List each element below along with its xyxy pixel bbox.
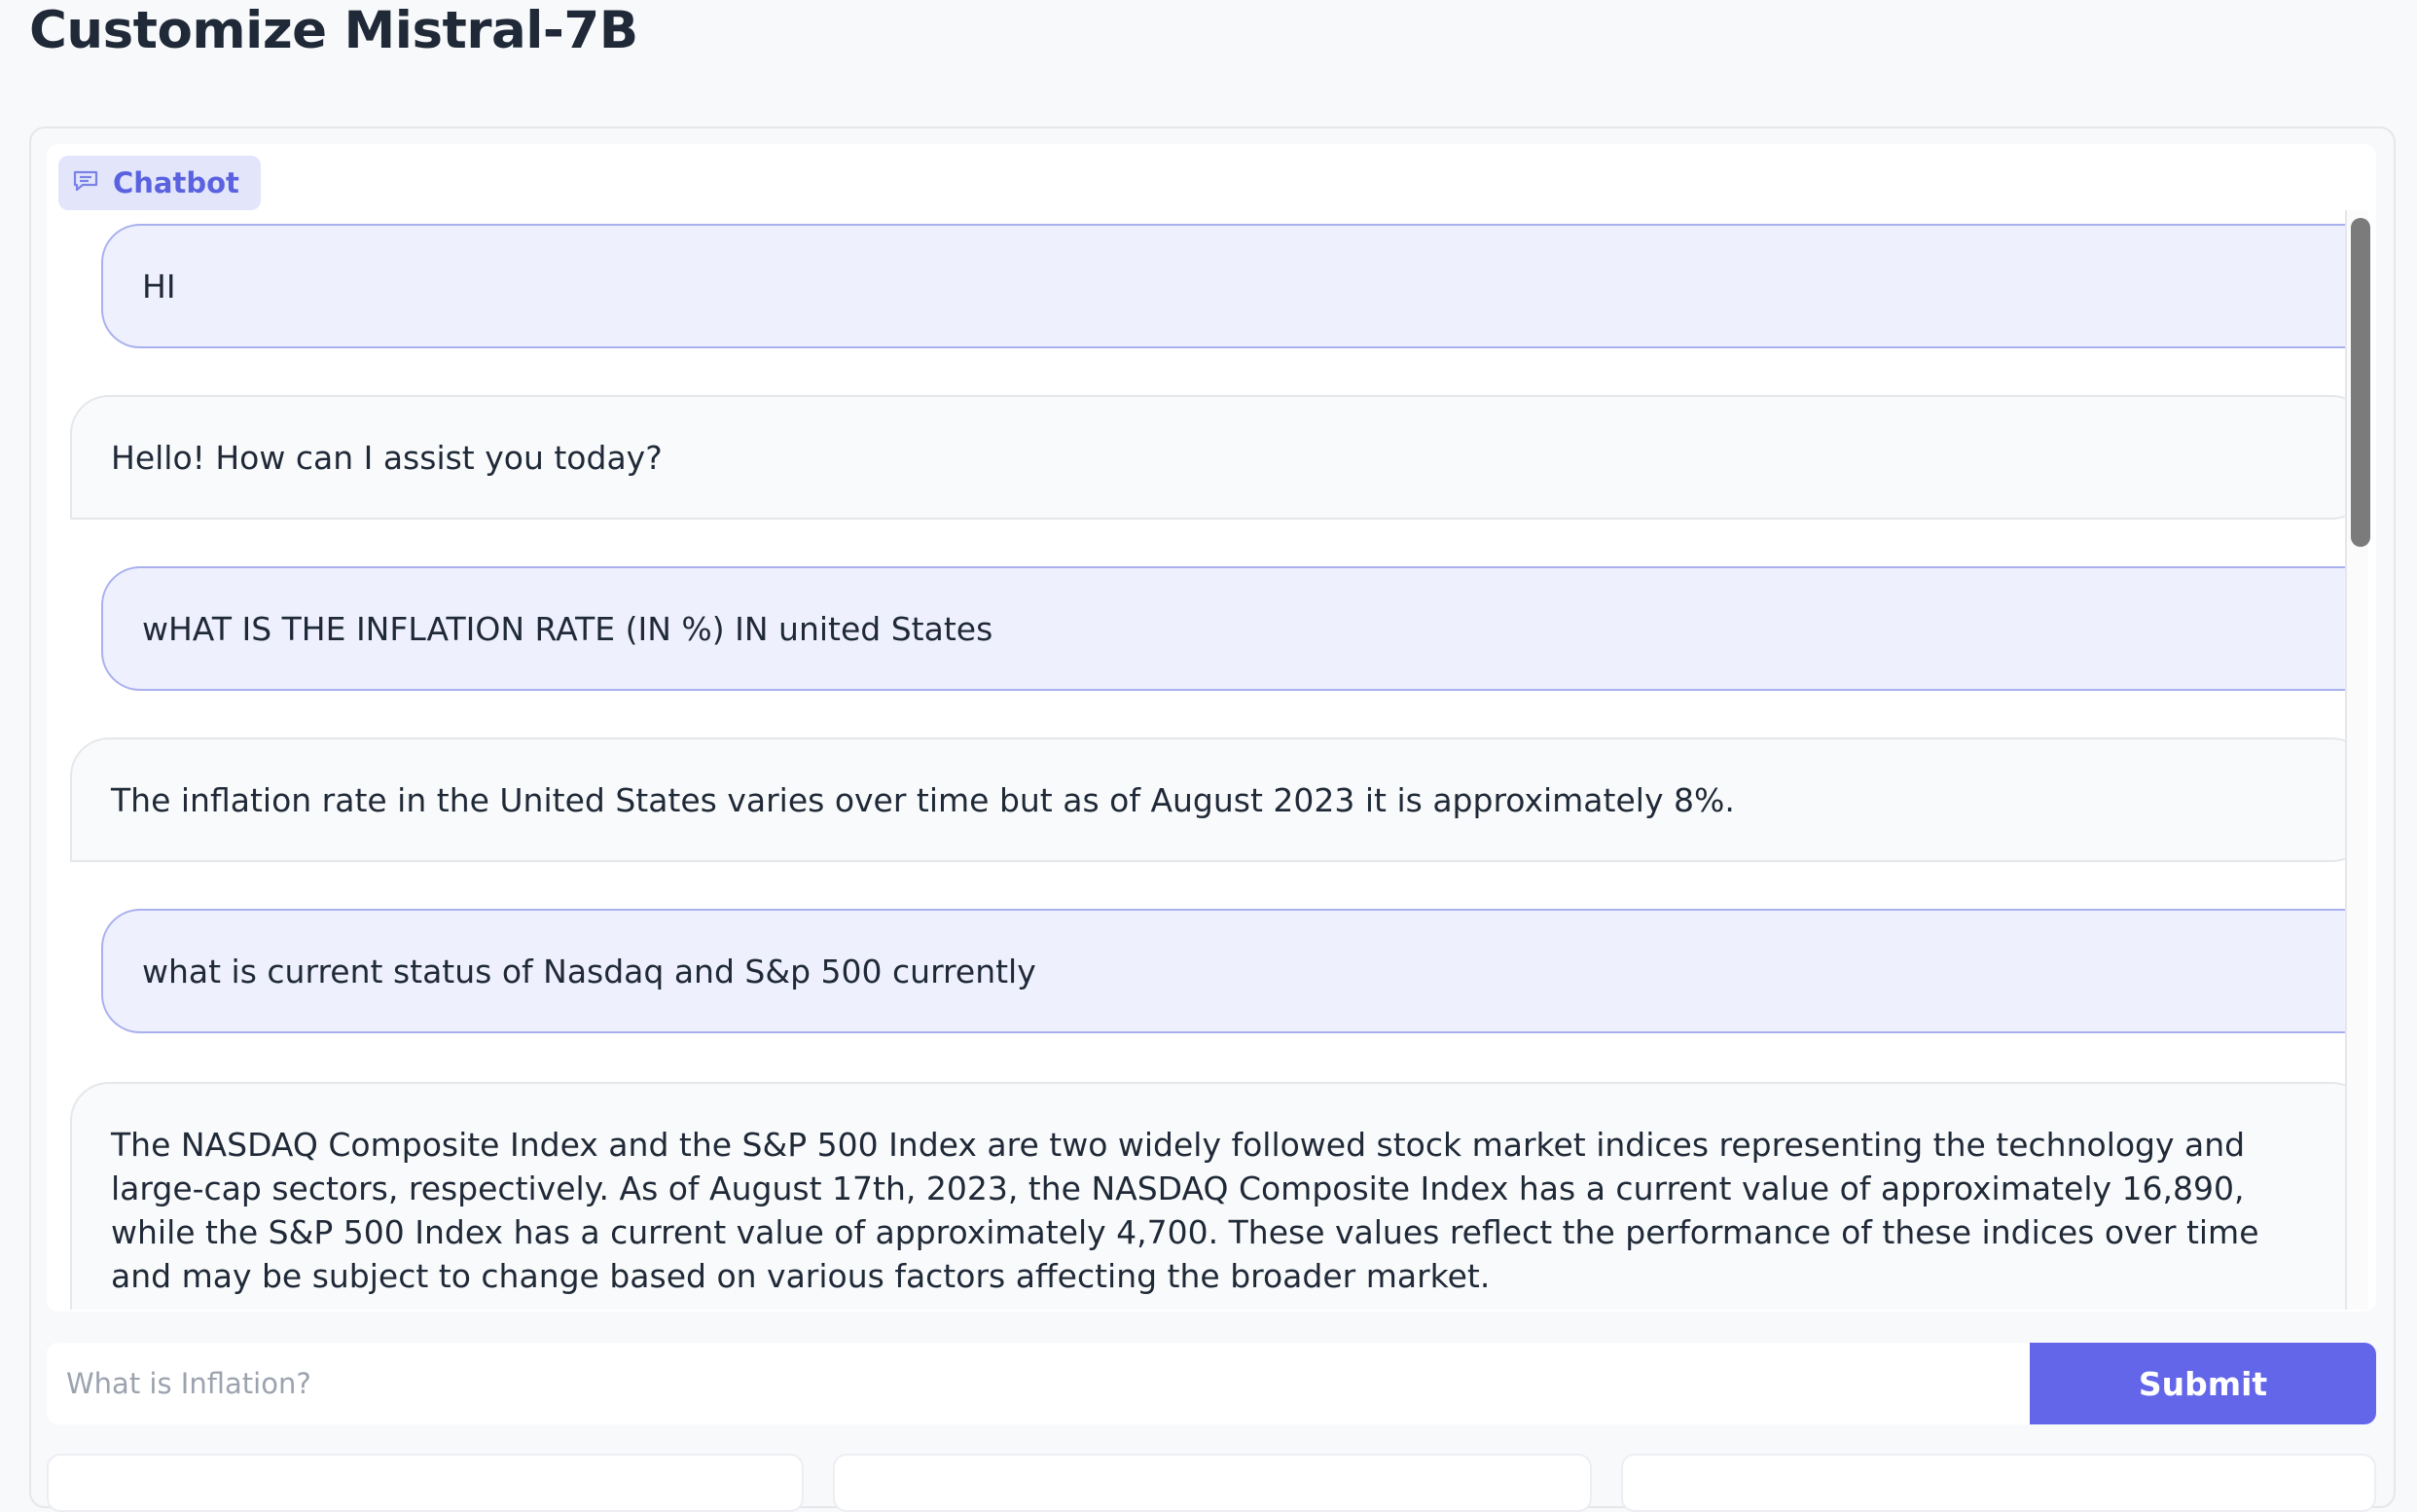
chat-message-list[interactable]: HI Hello! How can I assist you today? wH… [47, 210, 2345, 1310]
chat-scrollbar[interactable] [2345, 210, 2370, 1310]
chatbot-label: Chatbot [58, 156, 261, 210]
submit-button[interactable]: Submit [2030, 1343, 2376, 1424]
message-input-row: Submit [47, 1343, 2376, 1424]
user-message: wHAT IS THE INFLATION RATE (IN %) IN uni… [101, 566, 2345, 691]
message-input[interactable] [47, 1343, 2030, 1424]
bottom-card-right [1621, 1454, 2376, 1512]
bot-message: The NASDAQ Composite Index and the S&P 5… [70, 1082, 2345, 1310]
bot-message: Hello! How can I assist you today? [70, 395, 2345, 520]
bottom-card-middle [833, 1454, 1592, 1512]
page-title: Customize Mistral-7B [29, 1, 638, 60]
bottom-card-left [47, 1454, 804, 1512]
bot-message: The inflation rate in the United States … [70, 738, 2345, 862]
user-message: what is current status of Nasdaq and S&p… [101, 909, 2345, 1033]
chatbot-label-text: Chatbot [113, 166, 239, 199]
chat-bubble-icon [72, 166, 99, 199]
user-message: HI [101, 224, 2345, 348]
scrollbar-thumb[interactable] [2351, 218, 2370, 547]
